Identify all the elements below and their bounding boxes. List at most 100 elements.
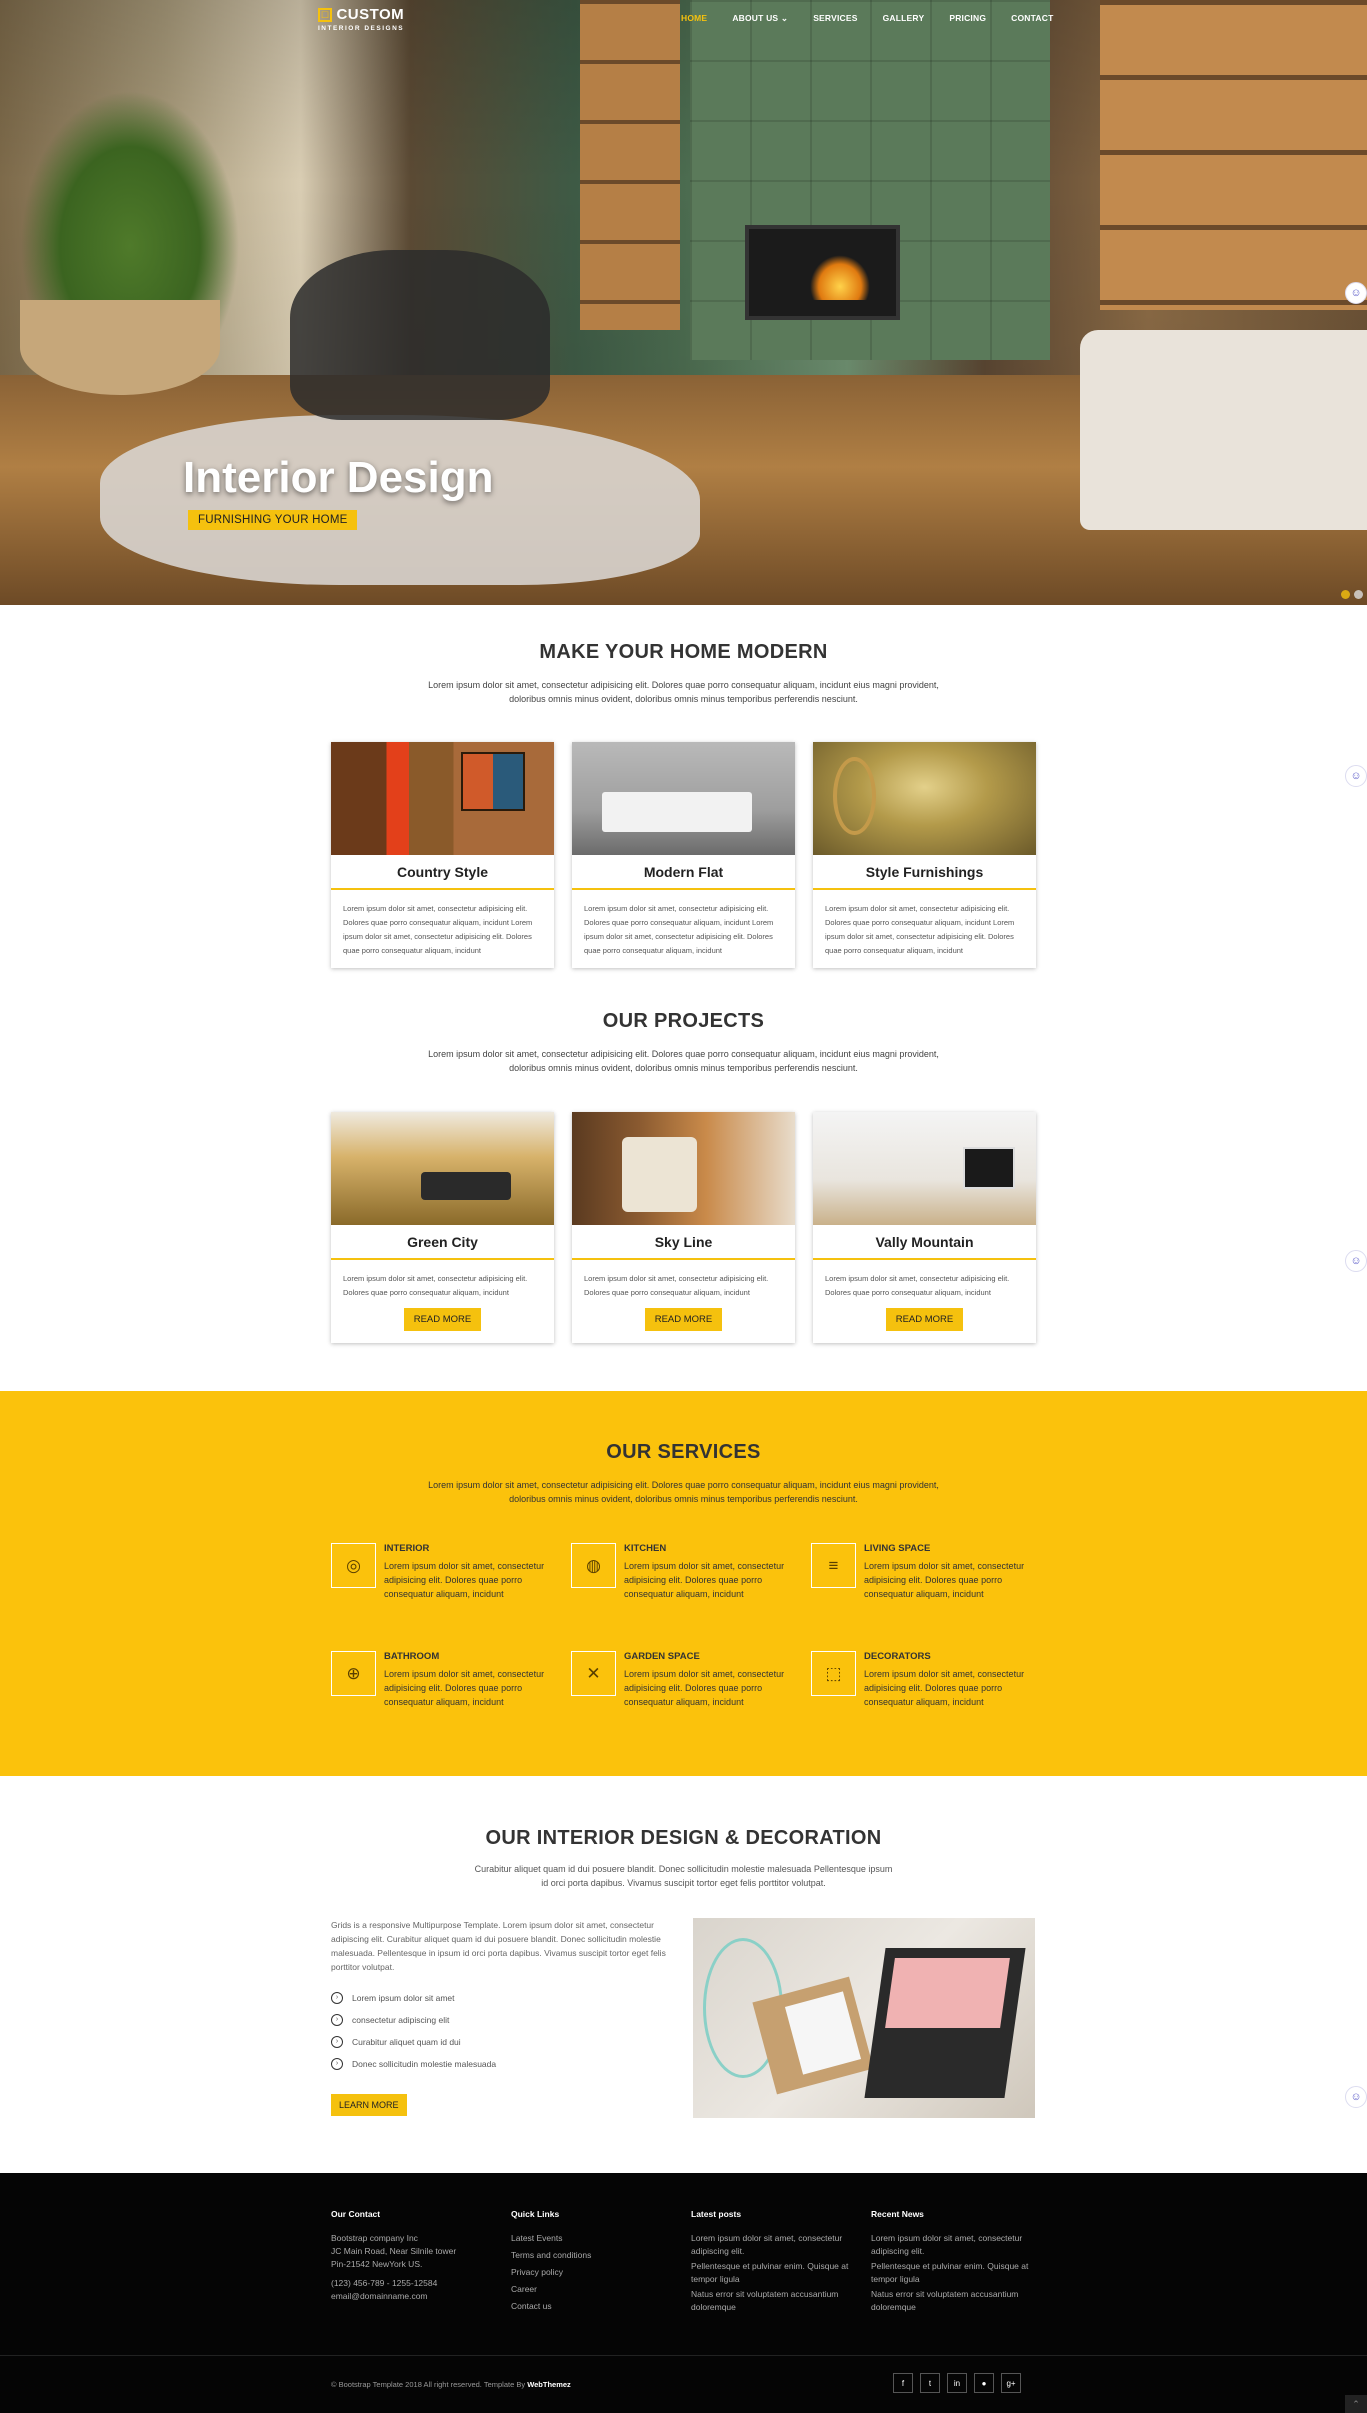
top-nav: ☐ CUSTOM INTERIOR DESIGNS HOME ABOUT US … [0, 0, 1367, 40]
sky-line-image [572, 1112, 795, 1225]
social-links: f t in ● g+ [893, 2373, 1021, 2393]
facebook-icon[interactable]: f [893, 2373, 913, 2393]
main-menu: HOME ABOUT US ⌄ SERVICES GALLERY PRICING… [681, 13, 1078, 24]
logo[interactable]: ☐ CUSTOM INTERIOR DESIGNS [318, 6, 404, 32]
logo-subtitle: INTERIOR DESIGNS [318, 25, 405, 32]
copyright: © Bootstrap Template 2018 All right rese… [331, 2380, 571, 2389]
service-title: BATHROOM [384, 1651, 440, 1662]
footer-news-link[interactable]: Pellentesque et pulvinar enim. Quisque a… [871, 2260, 1051, 2286]
footer-link[interactable]: Career [511, 2283, 691, 2296]
projects-title: OUR PROJECTS [602, 1010, 765, 1032]
footer-link[interactable]: Latest Events [511, 2232, 691, 2245]
nav-contact[interactable]: CONTACT [1011, 13, 1053, 24]
services-section: OUR SERVICES Lorem ipsum dolor sit amet,… [0, 1391, 1367, 1776]
card-title: Sky Line [572, 1225, 795, 1260]
carousel-dot-2[interactable] [1354, 590, 1363, 599]
back-to-top-icon[interactable]: ⌃ [1345, 2395, 1367, 2413]
country-style-image [331, 742, 554, 855]
google-plus-icon[interactable]: g+ [1001, 2373, 1021, 2393]
card-title: Country Style [331, 855, 554, 890]
nav-services[interactable]: SERVICES [813, 13, 857, 24]
service-title: LIVING SPACE [864, 1543, 931, 1554]
check-circle-icon: › [331, 2058, 343, 2070]
nav-home[interactable]: HOME [681, 13, 707, 24]
dribbble-icon[interactable]: ● [974, 2373, 994, 2393]
hero-bookshelf-left [580, 0, 680, 330]
nav-about-us[interactable]: ABOUT US ⌄ [732, 13, 788, 24]
copyright-brand-link[interactable]: WebThemez [527, 2380, 571, 2389]
check-circle-icon: › [331, 2014, 343, 2026]
card-text: Lorem ipsum dolor sit amet, consectetur … [343, 1274, 528, 1297]
list-item-label: Lorem ipsum dolor sit amet [352, 1993, 455, 2003]
hero-fire [810, 255, 870, 300]
footer-post-link[interactable]: Pellentesque et pulvinar enim. Quisque a… [691, 2260, 871, 2286]
modern-card[interactable]: Country Style Lorem ipsum dolor sit amet… [331, 742, 554, 968]
footer-post-link[interactable]: Lorem ipsum dolor sit amet, consectetur … [691, 2232, 871, 2258]
read-more-button[interactable]: READ MORE [403, 1308, 482, 1331]
modern-desc: Lorem ipsum dolor sit amet, consectetur … [428, 680, 939, 704]
interior-desc: Curabitur aliquet quam id dui posuere bl… [474, 1864, 893, 1888]
footer-email[interactable]: email@domainname.com [331, 2290, 511, 2303]
hero-banner: ☐ CUSTOM INTERIOR DESIGNS HOME ABOUT US … [0, 0, 1367, 605]
hero-pot [20, 300, 220, 395]
footer-post-link[interactable]: Natus error sit voluptatem accusantium d… [691, 2288, 871, 2314]
hero-chair [290, 250, 550, 420]
nav-pricing[interactable]: PRICING [949, 13, 986, 24]
card-text: Lorem ipsum dolor sit amet, consectetur … [584, 1274, 769, 1297]
footer-link[interactable]: Terms and conditions [511, 2249, 691, 2262]
side-chat-icon[interactable]: ☺ [1345, 765, 1367, 787]
footer-link[interactable]: Privacy policy [511, 2266, 691, 2279]
modern-card[interactable]: Modern Flat Lorem ipsum dolor sit amet, … [572, 742, 795, 968]
carousel-dot-1[interactable] [1341, 590, 1350, 599]
read-more-button[interactable]: READ MORE [644, 1308, 723, 1331]
services-desc: Lorem ipsum dolor sit amet, consectetur … [428, 1480, 939, 1504]
laptop-screen-shape [885, 1958, 1010, 2028]
footer-phone: (123) 456-789 - 1255-12584 [331, 2278, 438, 2288]
service-title: INTERIOR [384, 1543, 430, 1554]
modern-card[interactable]: Style Furnishings Lorem ipsum dolor sit … [813, 742, 1036, 968]
footer-heading: Our Contact [331, 2209, 381, 2219]
read-more-button[interactable]: READ MORE [885, 1308, 964, 1331]
list-item: › Lorem ipsum dolor sit amet [331, 1992, 671, 2004]
footer-address: JC Main Road, Near Silnile tower [331, 2246, 457, 2256]
footer-heading: Recent News [871, 2209, 924, 2219]
shuffle-icon: ✕ [571, 1651, 616, 1696]
modern-cards: Country Style Lorem ipsum dolor sit amet… [331, 742, 1036, 968]
nav-gallery[interactable]: GALLERY [883, 13, 925, 24]
footer-news-link[interactable]: Lorem ipsum dolor sit amet, consectetur … [871, 2232, 1051, 2258]
project-card: Sky Line Lorem ipsum dolor sit amet, con… [572, 1112, 795, 1343]
footer: Our Contact Bootstrap company Inc JC Mai… [0, 2173, 1367, 2413]
project-card: Vally Mountain Lorem ipsum dolor sit ame… [813, 1112, 1036, 1343]
interior-section: OUR INTERIOR DESIGN & DECORATION Curabit… [0, 1776, 1367, 2173]
interior-content: Grids is a responsive Multipurpose Templ… [331, 1918, 671, 2116]
modern-title: MAKE YOUR HOME MODERN [539, 641, 828, 663]
hero-badge: FURNISHING YOUR HOME [188, 510, 358, 530]
footer-heading: Latest posts [691, 2209, 742, 2219]
footer-news-link[interactable]: Natus error sit voluptatem accusantium d… [871, 2288, 1051, 2314]
card-text: Lorem ipsum dolor sit amet, consectetur … [825, 904, 1015, 955]
crosshair-icon: ⊕ [331, 1651, 376, 1696]
learn-more-button[interactable]: LEARN MORE [331, 2094, 407, 2116]
card-title: Modern Flat [572, 855, 795, 890]
copyright-text: © Bootstrap Template 2018 All right rese… [331, 2380, 528, 2389]
service-text: Lorem ipsum dolor sit amet, consectetur … [864, 1561, 1025, 1599]
side-chat-icon[interactable]: ☺ [1345, 1250, 1367, 1272]
service-text: Lorem ipsum dolor sit amet, consectetur … [384, 1561, 545, 1599]
twitter-icon[interactable]: t [920, 2373, 940, 2393]
project-card: Green City Lorem ipsum dolor sit amet, c… [331, 1112, 554, 1343]
service-item: ⬚ DECORATORS Lorem ipsum dolor sit amet,… [811, 1651, 1051, 1709]
check-circle-icon: › [331, 2036, 343, 2048]
vally-mountain-image [813, 1112, 1036, 1225]
list-item: › consectetur adipiscing elit [331, 2014, 671, 2026]
footer-divider [0, 2355, 1367, 2356]
card-text: Lorem ipsum dolor sit amet, consectetur … [584, 904, 774, 955]
footer-latest-posts: Latest posts Lorem ipsum dolor sit amet,… [691, 2209, 871, 2317]
footer-quick-links: Quick Links Latest Events Terms and cond… [511, 2209, 691, 2317]
interior-list: › Lorem ipsum dolor sit amet › consectetur… [331, 1992, 671, 2070]
footer-columns: Our Contact Bootstrap company Inc JC Mai… [331, 2209, 1051, 2317]
linkedin-icon[interactable]: in [947, 2373, 967, 2393]
footer-link[interactable]: Contact us [511, 2300, 691, 2313]
footer-heading: Quick Links [511, 2209, 560, 2219]
service-text: Lorem ipsum dolor sit amet, consectetur … [624, 1669, 785, 1707]
side-chat-icon[interactable]: ☺ [1345, 282, 1367, 304]
